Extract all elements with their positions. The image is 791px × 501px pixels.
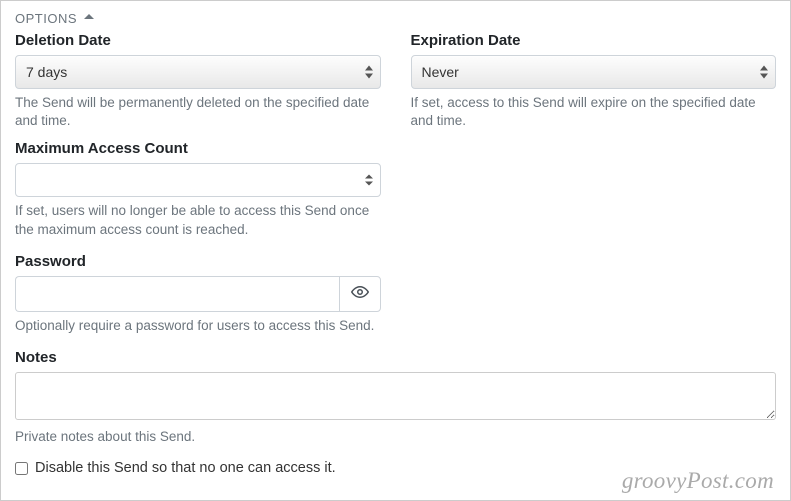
disable-send-label[interactable]: Disable this Send so that no one can acc… (35, 460, 336, 476)
deletion-date-select[interactable]: 7 days (15, 55, 381, 89)
password-help: Optionally require a password for users … (15, 317, 381, 335)
eye-icon (351, 283, 369, 304)
expiration-date-help: If set, access to this Send will expire … (411, 94, 777, 130)
password-label: Password (15, 253, 381, 270)
chevron-up-icon (83, 11, 95, 26)
password-input[interactable] (15, 276, 339, 312)
notes-textarea[interactable] (15, 372, 776, 420)
notes-help: Private notes about this Send. (15, 428, 776, 446)
deletion-date-label: Deletion Date (15, 32, 381, 49)
options-title: OPTIONS (15, 11, 77, 26)
notes-label: Notes (15, 349, 776, 366)
toggle-password-visibility-button[interactable] (339, 276, 381, 312)
deletion-date-help: The Send will be permanently deleted on … (15, 94, 381, 130)
disable-send-checkbox[interactable] (15, 462, 28, 475)
max-access-input[interactable] (15, 163, 381, 197)
max-access-help: If set, users will no longer be able to … (15, 202, 381, 238)
max-access-label: Maximum Access Count (15, 140, 381, 157)
expiration-date-label: Expiration Date (411, 32, 777, 49)
expiration-date-select[interactable]: Never (411, 55, 777, 89)
options-toggle[interactable]: OPTIONS (15, 11, 776, 26)
